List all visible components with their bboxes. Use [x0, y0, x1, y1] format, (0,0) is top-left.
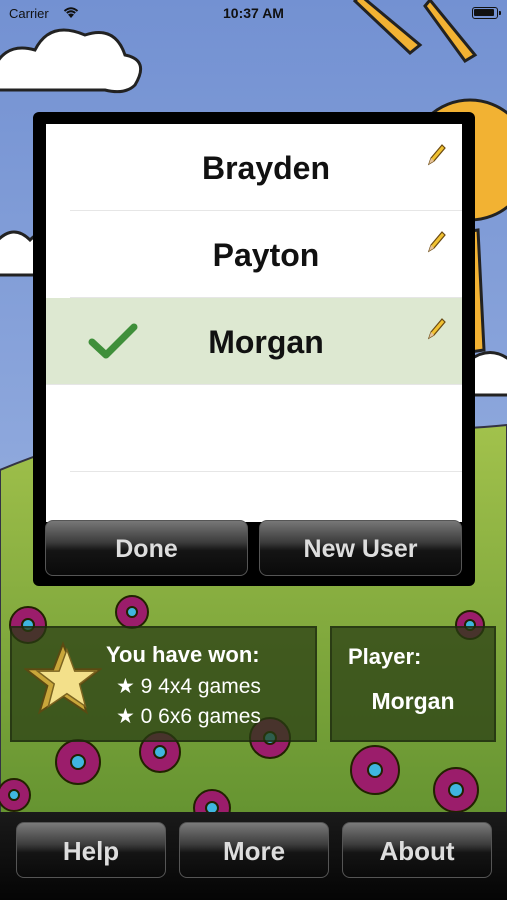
more-button[interactable]: More [179, 822, 329, 878]
help-button[interactable]: Help [16, 822, 166, 878]
player-label: Player: [348, 644, 422, 669]
player-name: Morgan [371, 688, 455, 714]
battery-icon [472, 7, 501, 19]
user-select-dialog: Brayden Payton Morgan Done New User [33, 112, 475, 586]
empty-row [70, 385, 462, 472]
won-4x4: ★ 9 4x4 games [116, 675, 261, 698]
status-time: 10:37 AM [223, 5, 284, 21]
about-button[interactable]: About [342, 822, 492, 878]
empty-row [70, 472, 462, 522]
new-user-button[interactable]: New User [259, 520, 462, 576]
player-panel: Player: Morgan [330, 626, 496, 742]
bottom-toolbar: Help More About [0, 812, 507, 900]
star-icon [24, 641, 102, 715]
user-name: Morgan [208, 324, 324, 360]
user-row-brayden[interactable]: Brayden [70, 124, 462, 211]
user-list: Brayden Payton Morgan [46, 124, 462, 522]
user-row-payton[interactable]: Payton [70, 211, 462, 298]
won-6x6: ★ 0 6x6 games [116, 705, 261, 728]
status-bar: Carrier 10:37 AM [0, 0, 507, 28]
stats-panel: You have won: ★ 9 4x4 games ★ 0 6x6 game… [10, 626, 317, 742]
user-name: Brayden [201, 150, 331, 186]
edit-pencil-icon[interactable] [426, 142, 446, 168]
edit-pencil-icon[interactable] [426, 316, 446, 342]
user-row-morgan[interactable]: Morgan [46, 298, 462, 385]
done-button[interactable]: Done [45, 520, 248, 576]
won-title: You have won: [106, 642, 260, 667]
user-name: Payton [212, 237, 320, 273]
edit-pencil-icon[interactable] [426, 229, 446, 255]
